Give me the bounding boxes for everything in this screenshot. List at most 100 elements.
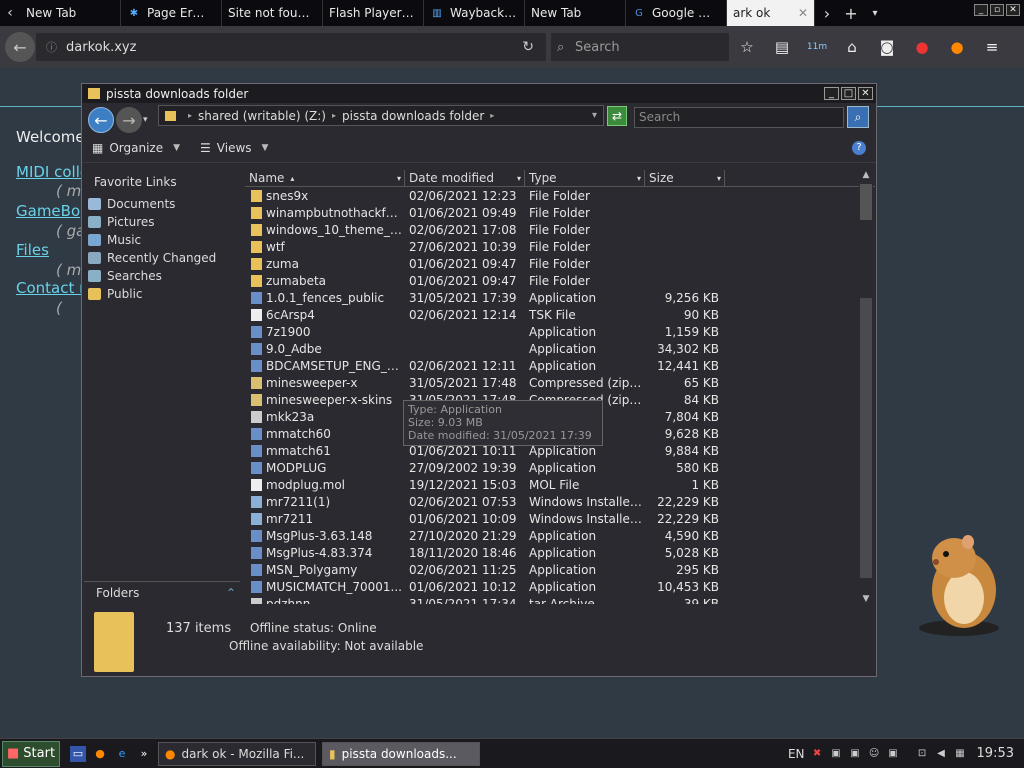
language-indicator[interactable]: EN: [788, 747, 805, 761]
link-contact[interactable]: Contact r: [16, 279, 85, 297]
browser-tab[interactable]: G Google …: [626, 0, 727, 26]
file-row[interactable]: MsgPlus-4.83.374 18/11/2020 18:46 Applicat…: [245, 544, 857, 561]
file-row[interactable]: 9.0_Adbe Application 34,302 KB: [245, 340, 857, 357]
favorite-link-item[interactable]: Music: [82, 231, 242, 249]
explorer-maximize-button[interactable]: □: [841, 87, 856, 100]
site-info-icon[interactable]: ⓘ: [46, 39, 57, 55]
file-row[interactable]: 7z1900 Application 1,159 KB: [245, 323, 857, 340]
link-gameboy[interactable]: GameBo: [16, 202, 80, 220]
file-row[interactable]: mr7211 01/06/2021 10:09 Windows Installer.…: [245, 510, 857, 527]
ublock-icon[interactable]: ●: [911, 36, 933, 58]
explorer-back-button[interactable]: ←: [88, 107, 114, 133]
taskbar-task-button[interactable]: ▮ pissta downloads...: [322, 741, 480, 766]
user-icon[interactable]: ☺: [868, 747, 881, 760]
tab-scroll-right-button[interactable]: ›: [815, 0, 839, 26]
file-row[interactable]: minesweeper-x 31/05/2021 17:48 Compressed …: [245, 374, 857, 391]
file-row[interactable]: MUSICMATCH_70001... 01/06/2021 10:12 Appli…: [245, 578, 857, 595]
show-desktop-icon[interactable]: ▭: [70, 745, 86, 762]
file-row[interactable]: BDCAMSETUP_ENG_2... 02/06/2021 12:11 Appli…: [245, 357, 857, 374]
refresh-button[interactable]: ⇄: [607, 106, 627, 126]
scroll-thumb[interactable]: [860, 184, 872, 220]
column-size[interactable]: Size ▾: [645, 170, 725, 186]
address-dropdown-icon[interactable]: ▾: [592, 110, 597, 121]
explorer-close-button[interactable]: ✕: [858, 87, 873, 100]
security-icon[interactable]: ✖: [811, 747, 824, 760]
clock[interactable]: 19:53: [977, 746, 1014, 761]
favorite-link-item[interactable]: Recently Changed: [82, 249, 242, 267]
file-row[interactable]: winampbutnothackfuc... 01/06/2021 09:49 Fi…: [245, 204, 857, 221]
explorer-search-input[interactable]: Search: [634, 107, 844, 128]
taskbar-task-button[interactable]: ● dark ok - Mozilla Fi...: [158, 741, 316, 766]
organize-button[interactable]: ▦ Organize ▼: [92, 141, 180, 155]
new-tab-button[interactable]: +: [839, 0, 863, 26]
quick-launch-more-icon[interactable]: »: [136, 746, 152, 762]
tab-list-dropdown-button[interactable]: ▾: [863, 0, 887, 26]
scroll-down-arrow-icon[interactable]: ▼: [859, 594, 873, 604]
file-row[interactable]: modplug.mol 19/12/2021 15:03 MOL File 1 KB: [245, 476, 857, 493]
minimize-button[interactable]: _: [974, 4, 988, 16]
explorer-forward-button[interactable]: →: [116, 107, 142, 133]
browser-tab[interactable]: ▥ Wayback…: [424, 0, 525, 26]
favorite-link-item[interactable]: Public: [82, 285, 242, 303]
explorer-search-button[interactable]: ⌕: [847, 106, 869, 128]
tray-app-icon[interactable]: ▦: [954, 747, 967, 760]
tray-app-icon[interactable]: ▣: [887, 747, 900, 760]
browser-tab[interactable]: New Tab: [525, 0, 626, 26]
breadcrumb-drive[interactable]: shared (writable) (Z:): [198, 109, 326, 123]
file-row[interactable]: 1.0.1_fences_public 31/05/2021 17:39 Appli…: [245, 289, 857, 306]
folders-pane-toggle[interactable]: Folders ⌃: [84, 581, 240, 603]
file-list-scrollbar[interactable]: ▲ ▼: [859, 170, 873, 604]
breadcrumb-arrow-icon[interactable]: ▸: [490, 111, 494, 120]
file-row[interactable]: mr7211(1) 02/06/2021 07:53 Windows Install…: [245, 493, 857, 510]
reading-list-icon[interactable]: ▤: [771, 36, 793, 58]
favorite-link-item[interactable]: Documents: [82, 195, 242, 213]
firefox-account-icon[interactable]: ●: [946, 36, 968, 58]
filter-dropdown-icon[interactable]: ▾: [397, 174, 401, 183]
recent-pages-dropdown-icon[interactable]: ▾: [143, 115, 148, 125]
explorer-minimize-button[interactable]: _: [824, 87, 839, 100]
file-row[interactable]: zuma 01/06/2021 09:47 File Folder: [245, 255, 857, 272]
back-button[interactable]: ←: [5, 32, 35, 62]
column-date[interactable]: Date modified ▾: [405, 170, 525, 186]
tab-scroll-left-button[interactable]: ‹: [0, 0, 20, 26]
filter-dropdown-icon[interactable]: ▾: [717, 174, 721, 183]
column-type[interactable]: Type ▾: [525, 170, 645, 186]
favorite-link-item[interactable]: Pictures: [82, 213, 242, 231]
home-icon[interactable]: ⌂: [841, 36, 863, 58]
start-button[interactable]: ■ Start: [2, 740, 60, 767]
network-icon[interactable]: ⊡: [916, 747, 929, 760]
browser-tab[interactable]: Flash Player…: [323, 0, 424, 26]
file-row[interactable]: MSN_Polygamy 02/06/2021 11:25 Application 2…: [245, 561, 857, 578]
file-row[interactable]: zumabeta 01/06/2021 09:47 File Folder: [245, 272, 857, 289]
file-row[interactable]: wtf 27/06/2021 10:39 File Folder: [245, 238, 857, 255]
link-files[interactable]: Files: [16, 241, 49, 259]
favorite-link-item[interactable]: Searches: [82, 267, 242, 285]
scroll-track[interactable]: [860, 298, 872, 578]
close-button[interactable]: ✕: [1006, 4, 1020, 16]
file-row[interactable]: 6cArsp4 02/06/2021 12:14 TSK File 90 KB: [245, 306, 857, 323]
file-row[interactable]: snes9x 02/06/2021 12:23 File Folder: [245, 187, 857, 204]
volume-icon[interactable]: ◀: [935, 747, 948, 760]
views-button[interactable]: ☰ Views ▼: [200, 141, 268, 155]
help-icon[interactable]: ?: [852, 140, 866, 155]
address-bar[interactable]: ▸ shared (writable) (Z:) ▸ pissta downlo…: [158, 105, 604, 126]
browser-tab[interactable]: ark ok ✕: [727, 0, 815, 26]
tray-app-icon[interactable]: ▣: [830, 747, 843, 760]
menu-icon[interactable]: ≡: [981, 36, 1003, 58]
browser-search-input[interactable]: ⌕ Search: [551, 33, 729, 61]
filter-dropdown-icon[interactable]: ▾: [637, 174, 641, 183]
internet-explorer-icon[interactable]: e: [114, 746, 130, 762]
browser-tab[interactable]: ✱ Page Er…: [121, 0, 222, 26]
browser-tab[interactable]: Site not fou…: [222, 0, 323, 26]
scroll-up-arrow-icon[interactable]: ▲: [859, 170, 873, 180]
download-icon[interactable]: 11m: [806, 36, 828, 58]
breadcrumb-folder[interactable]: pissta downloads folder: [342, 109, 484, 123]
browser-tab[interactable]: New Tab: [20, 0, 121, 26]
reload-icon[interactable]: ↻: [522, 39, 534, 55]
breadcrumb-arrow-icon[interactable]: ▸: [188, 111, 192, 120]
bookmark-star-icon[interactable]: ☆: [736, 36, 758, 58]
file-row[interactable]: windows_10_theme_for... 02/06/2021 17:08 F…: [245, 221, 857, 238]
file-row[interactable]: MODPLUG 27/09/2002 19:39 Application 580 KB: [245, 459, 857, 476]
firefox-icon[interactable]: ●: [92, 746, 108, 762]
breadcrumb-arrow-icon[interactable]: ▸: [332, 111, 336, 120]
